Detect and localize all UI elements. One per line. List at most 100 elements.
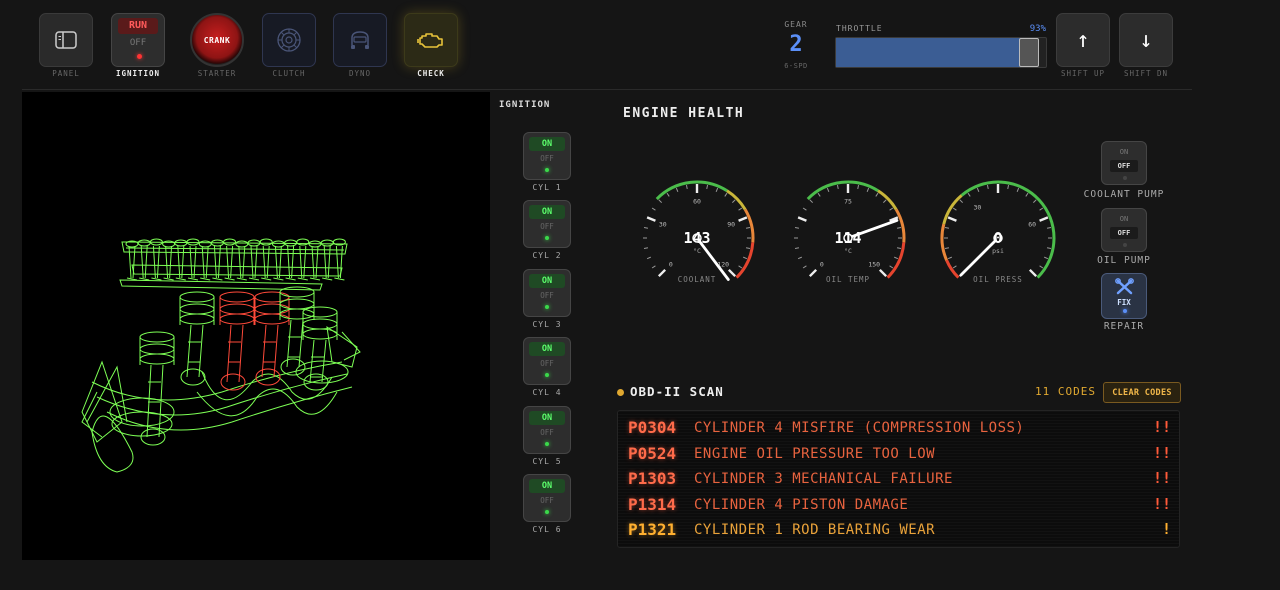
gauge-zone-arc [877, 189, 898, 211]
throttle-slider[interactable] [835, 37, 1047, 68]
engine-3d-viewport[interactable] [22, 92, 490, 560]
gauge-zone-arc [735, 242, 755, 279]
obd-code-row[interactable]: P1303 CYLINDER 3 MECHANICAL FAILURE!! [628, 469, 1173, 493]
coolant-pump-led [1123, 176, 1127, 180]
obd-code-row[interactable]: P1321 CYLINDER 1 ROD BEARING WEAR! [628, 520, 1173, 544]
obd-code-row[interactable]: P1314 CYLINDER 4 PISTON DAMAGE!! [628, 495, 1173, 519]
repair-button[interactable]: FIX [1101, 273, 1147, 319]
gauge-tick [1046, 226, 1052, 229]
obd-code-description: CYLINDER 3 MECHANICAL FAILURE [694, 471, 953, 488]
valve-spring [198, 240, 212, 248]
obd-code-row[interactable]: P0524 ENGINE OIL PRESSURE TOO LOW!! [628, 444, 1173, 468]
shift-down-button[interactable]: ↓ [1119, 13, 1173, 67]
panel-toggle-button[interactable] [39, 13, 93, 67]
gauge-tick [794, 247, 800, 250]
gauge-label: OIL PRESS [973, 275, 1023, 284]
coolant-pump-label: COOLANT PUMP [1083, 189, 1165, 200]
check-label: CHECK [417, 69, 445, 78]
cylinder-2-switch[interactable]: ON OFF [523, 200, 571, 249]
gauge-tick-label: 150 [868, 261, 880, 269]
cylinder-label: CYL 5 [532, 456, 562, 466]
clutch-button[interactable] [262, 13, 316, 67]
gauge-tick [947, 256, 952, 260]
oil-pump-switch[interactable]: ON OFF [1101, 208, 1147, 252]
gauge-tick [685, 184, 688, 190]
valve-spring [320, 239, 334, 247]
cylinder-on-state: ON [529, 479, 565, 493]
cylinder-on-state: ON [529, 205, 565, 220]
cylinder-4-switch[interactable]: ON OFF [523, 337, 571, 386]
shift-up-button[interactable]: ↑ [1056, 13, 1110, 67]
cylinder-off-state: OFF [540, 154, 554, 163]
gauge-tick [959, 199, 963, 203]
throttle-handle[interactable] [1019, 38, 1040, 67]
cylinder-5-switch[interactable]: ON OFF [523, 405, 571, 454]
gauge-zone-arc [894, 208, 906, 243]
gauge-tick [651, 265, 656, 269]
check-engine-button[interactable] [404, 13, 458, 67]
dyno-car-icon [351, 31, 369, 49]
cylinder-label: CYL 1 [532, 183, 562, 192]
valve-stem [139, 245, 150, 281]
gauge-tick-label: 60 [693, 198, 701, 206]
cylinder-off-state: OFF [540, 427, 554, 437]
crank-text: CRANK [203, 35, 231, 45]
clutch-label: CLUTCH [272, 69, 306, 78]
obd-code-row[interactable]: P0304 CYLINDER 4 MISFIRE (COMPRESSION LOS… [628, 418, 1173, 442]
gauge-tick [875, 192, 879, 197]
cylinder-on-state: ON [529, 137, 565, 151]
valve-stem [151, 245, 162, 281]
oil-pump-off-state: OFF [1110, 227, 1138, 239]
arrow-down-icon: ↓ [1139, 27, 1153, 53]
gauge-unit: psi [992, 247, 1004, 255]
gauge-tick [817, 192, 821, 197]
cylinder-6-switch[interactable]: ON OFF [523, 474, 571, 522]
arrow-up-icon: ↑ [1076, 27, 1090, 53]
gauge-tick [738, 265, 743, 269]
gauge-tick [743, 256, 748, 260]
gauge-unit: °C [844, 247, 852, 255]
starter-crank-button[interactable]: CRANK [190, 13, 244, 67]
clear-codes-button[interactable]: CLEAR CODES [1103, 382, 1181, 403]
gauge-tick [1007, 184, 1010, 190]
gauge-tick [745, 247, 751, 250]
dyno-label: DYNO [348, 69, 372, 78]
gauge-value: 114 [834, 229, 861, 247]
valve-stem [297, 245, 308, 281]
coolant-pump-on-state: ON [1119, 148, 1129, 156]
gauge-tick [896, 226, 902, 229]
valve-stem [163, 245, 174, 281]
gauge-tick-label: 60 [1028, 220, 1036, 228]
gauge-tick [643, 247, 649, 250]
valve-spring [235, 240, 249, 248]
obd-code-severity: !! [1152, 494, 1171, 513]
gauge-tick-label: 75 [844, 198, 852, 206]
cylinder-on-state: ON [529, 273, 565, 288]
obd-code-id: P1314 [628, 494, 677, 514]
throttle-percent: 93% [1029, 24, 1046, 34]
obd-code-description: CYLINDER 1 ROD BEARING WEAR [694, 522, 936, 539]
obd-code-severity: !! [1152, 469, 1171, 488]
obd-code-severity: !! [1152, 418, 1171, 436]
gauge-tick [857, 184, 860, 190]
cylinder-1-switch[interactable]: ON OFF [523, 132, 571, 180]
oil-pump-on-state: ON [1119, 215, 1129, 223]
cylinder-3-switch[interactable]: ON OFF [523, 268, 571, 317]
cylinder-on-state: ON [529, 342, 565, 357]
coolant-pump-switch[interactable]: ON OFF [1101, 141, 1147, 185]
cylinder-off-state: OFF [540, 496, 554, 505]
valve-spring [162, 240, 176, 248]
gear-value: 2 [789, 32, 803, 57]
obd-code-list[interactable]: P0304 CYLINDER 4 MISFIRE (COMPRESSION LOS… [617, 410, 1180, 548]
gauge-tick [643, 226, 649, 229]
crankshaft-wireframe [91, 325, 361, 437]
repair-label: REPAIR [1103, 321, 1145, 332]
engine-wireframe [81, 238, 361, 473]
throttle-label: THROTTLE [836, 24, 883, 33]
gauge-tick [797, 256, 802, 260]
gauge-zone-arc [960, 180, 1056, 279]
gauge-tick [889, 265, 894, 269]
dyno-button[interactable] [333, 13, 387, 67]
ignition-switch[interactable]: RUN OFF [111, 13, 165, 67]
gauge-tick [952, 207, 957, 211]
